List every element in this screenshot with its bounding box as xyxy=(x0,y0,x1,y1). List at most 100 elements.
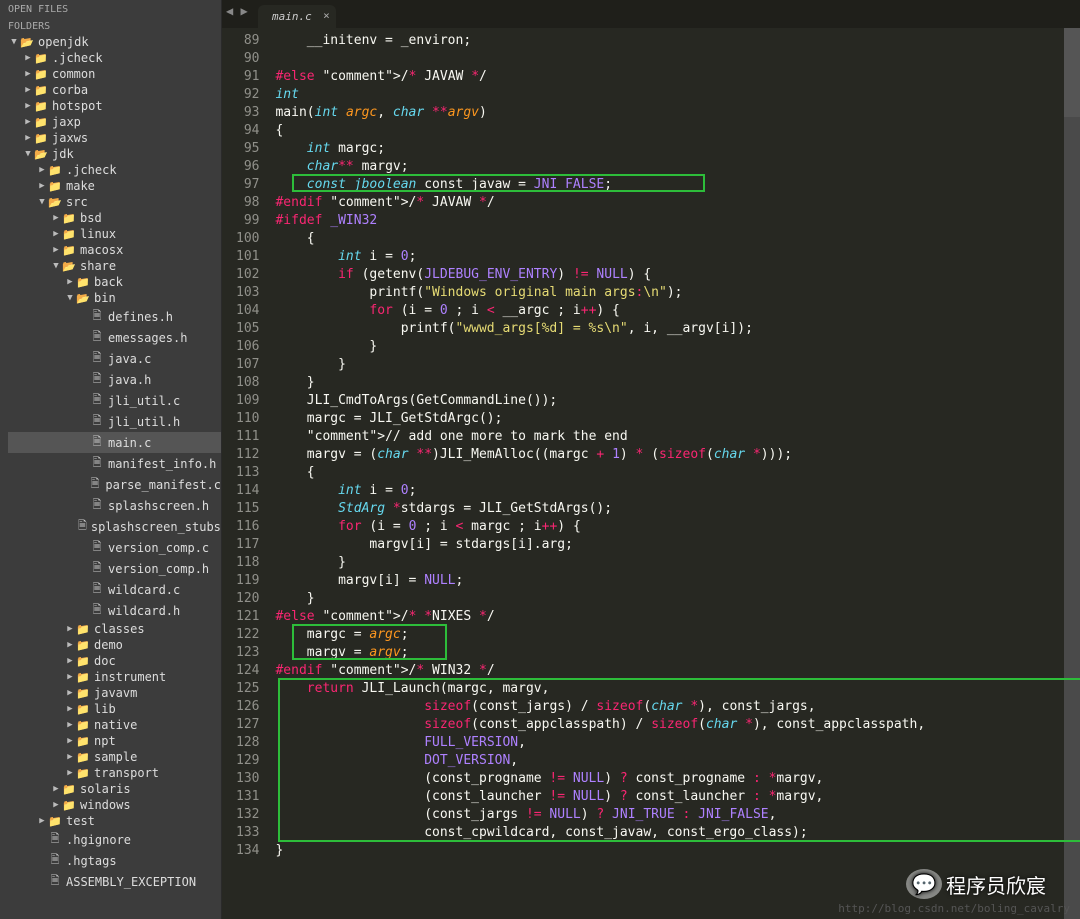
tree-folder[interactable]: ▶📁lib xyxy=(8,701,221,717)
line-number: 97 xyxy=(236,176,259,194)
tree-file[interactable]: 🗎wildcard.c xyxy=(8,579,221,600)
tree-file[interactable]: 🗎splashscreen_stubs.c xyxy=(8,516,221,537)
chevron-down-icon: ▼ xyxy=(22,149,34,159)
chevron-right-icon: ▶ xyxy=(36,165,48,175)
tree-folder[interactable]: ▶📁jaxws xyxy=(8,130,221,146)
tree-folder[interactable]: ▶📁jaxp xyxy=(8,114,221,130)
nav-arrows[interactable]: ◀ ▶ xyxy=(226,4,248,18)
tree-label: bsd xyxy=(80,211,102,225)
code-line: return JLI_Launch(margc, margv, xyxy=(275,680,1064,698)
tree-folder[interactable]: ▶📁macosx xyxy=(8,242,221,258)
tree-folder[interactable]: ▼📂share xyxy=(8,258,221,274)
tree-label: make xyxy=(66,179,95,193)
line-number: 115 xyxy=(236,500,259,518)
code-line: } xyxy=(275,374,1064,392)
tree-file[interactable]: 🗎splashscreen.h xyxy=(8,495,221,516)
chevron-down-icon: ▼ xyxy=(64,293,76,303)
tree-label: doc xyxy=(94,654,116,668)
tree-folder[interactable]: ▶📁solaris xyxy=(8,781,221,797)
code-line: } xyxy=(275,590,1064,608)
tree-file[interactable]: 🗎defines.h xyxy=(8,306,221,327)
code-line: (const_jargs != NULL) ? JNI_TRUE : JNI_F… xyxy=(275,806,1064,824)
chevron-right-icon: ▶ xyxy=(22,53,34,63)
close-icon[interactable]: × xyxy=(323,9,330,22)
tree-folder[interactable]: ▶📁.jcheck xyxy=(8,162,221,178)
tree-folder[interactable]: ▶📁common xyxy=(8,66,221,82)
tree-file[interactable]: 🗎java.h xyxy=(8,369,221,390)
tree-folder[interactable]: ▶📁back xyxy=(8,274,221,290)
tree-folder[interactable]: ▶📁doc xyxy=(8,653,221,669)
tree-folder[interactable]: ▶📁instrument xyxy=(8,669,221,685)
folder-icon: 📁 xyxy=(34,100,48,113)
line-number: 122 xyxy=(236,626,259,644)
folder-icon: 📁 xyxy=(48,815,62,828)
tree-file[interactable]: 🗎version_comp.c xyxy=(8,537,221,558)
tree-folder[interactable]: ▶📁transport xyxy=(8,765,221,781)
minimap-scrollbar[interactable] xyxy=(1064,28,1080,919)
tree-label: emessages.h xyxy=(108,331,187,345)
tree-folder[interactable]: ▶📁demo xyxy=(8,637,221,653)
tree-folder[interactable]: ▶📁npt xyxy=(8,733,221,749)
tree-folder[interactable]: ▶📁make xyxy=(8,178,221,194)
tree-file[interactable]: 🗎version_comp.h xyxy=(8,558,221,579)
line-number: 126 xyxy=(236,698,259,716)
tree-folder[interactable]: ▶📁linux xyxy=(8,226,221,242)
tree-folder[interactable]: ▼📂src xyxy=(8,194,221,210)
file-icon: 🗎 xyxy=(48,851,62,870)
tree-label: manifest_info.h xyxy=(108,457,216,471)
tree-folder[interactable]: ▶📁sample xyxy=(8,749,221,765)
chevron-right-icon: ▶ xyxy=(64,640,76,650)
tree-label: test xyxy=(66,814,95,828)
tree-file[interactable]: 🗎ASSEMBLY_EXCEPTION xyxy=(8,871,221,892)
tree-folder[interactable]: ▼📂bin xyxy=(8,290,221,306)
tree-file[interactable]: 🗎emessages.h xyxy=(8,327,221,348)
tree-file[interactable]: 🗎jli_util.c xyxy=(8,390,221,411)
line-number: 109 xyxy=(236,392,259,410)
tree-file[interactable]: 🗎wildcard.h xyxy=(8,600,221,621)
tree-file[interactable]: 🗎manifest_info.h xyxy=(8,453,221,474)
tree-file[interactable]: 🗎jli_util.h xyxy=(8,411,221,432)
tree-file[interactable]: 🗎.hgignore xyxy=(8,829,221,850)
line-number: 91 xyxy=(236,68,259,86)
chevron-right-icon: ▶ xyxy=(50,784,62,794)
tree-folder[interactable]: ▶📁native xyxy=(8,717,221,733)
tree-folder[interactable]: ▶📁javavm xyxy=(8,685,221,701)
line-number: 98 xyxy=(236,194,259,212)
chevron-right-icon: ▶ xyxy=(64,688,76,698)
code-line: printf("wwwd_args[%d] = %s\n", i, __argv… xyxy=(275,320,1064,338)
tree-file[interactable]: 🗎main.c xyxy=(8,432,221,453)
line-number: 117 xyxy=(236,536,259,554)
tree-folder[interactable]: ▶📁classes xyxy=(8,621,221,637)
folder-icon: 📁 xyxy=(76,751,90,764)
tree-folder[interactable]: ▶📁test xyxy=(8,813,221,829)
code-line: } xyxy=(275,842,1064,860)
code-content[interactable]: __initenv = _environ; #else "comment">/*… xyxy=(267,28,1064,919)
folder-icon: 📁 xyxy=(76,719,90,732)
tab-label: main.c xyxy=(272,10,312,23)
tree-file[interactable]: 🗎java.c xyxy=(8,348,221,369)
tree-label: jdk xyxy=(52,147,74,161)
tree-label: java.h xyxy=(108,373,151,387)
file-icon: 🗎 xyxy=(90,412,104,431)
tree-folder[interactable]: ▶📁corba xyxy=(8,82,221,98)
tree-folder[interactable]: ▶📁bsd xyxy=(8,210,221,226)
tree-folder[interactable]: ▶📁hotspot xyxy=(8,98,221,114)
folder-icon: 📂 xyxy=(48,196,62,209)
tree-file[interactable]: 🗎parse_manifest.c xyxy=(8,474,221,495)
tab-main-c[interactable]: main.c × xyxy=(258,5,336,28)
editor-area[interactable]: 8990919293949596979899100101102103104105… xyxy=(222,28,1080,919)
tree-label: .hgignore xyxy=(66,833,131,847)
tree-folder[interactable]: ▶📁.jcheck xyxy=(8,50,221,66)
tree-file[interactable]: 🗎.hgtags xyxy=(8,850,221,871)
file-icon: 🗎 xyxy=(90,496,104,515)
tree-label: macosx xyxy=(80,243,123,257)
code-line: margv = argv; xyxy=(275,644,1064,662)
line-number: 90 xyxy=(236,50,259,68)
tree-folder[interactable]: ▼📂jdk xyxy=(8,146,221,162)
line-number: 108 xyxy=(236,374,259,392)
tree-root[interactable]: ▼ 📂 openjdk xyxy=(8,34,221,50)
line-number: 132 xyxy=(236,806,259,824)
folder-icon: 📁 xyxy=(34,132,48,145)
tree-folder[interactable]: ▶📁windows xyxy=(8,797,221,813)
line-number: 95 xyxy=(236,140,259,158)
